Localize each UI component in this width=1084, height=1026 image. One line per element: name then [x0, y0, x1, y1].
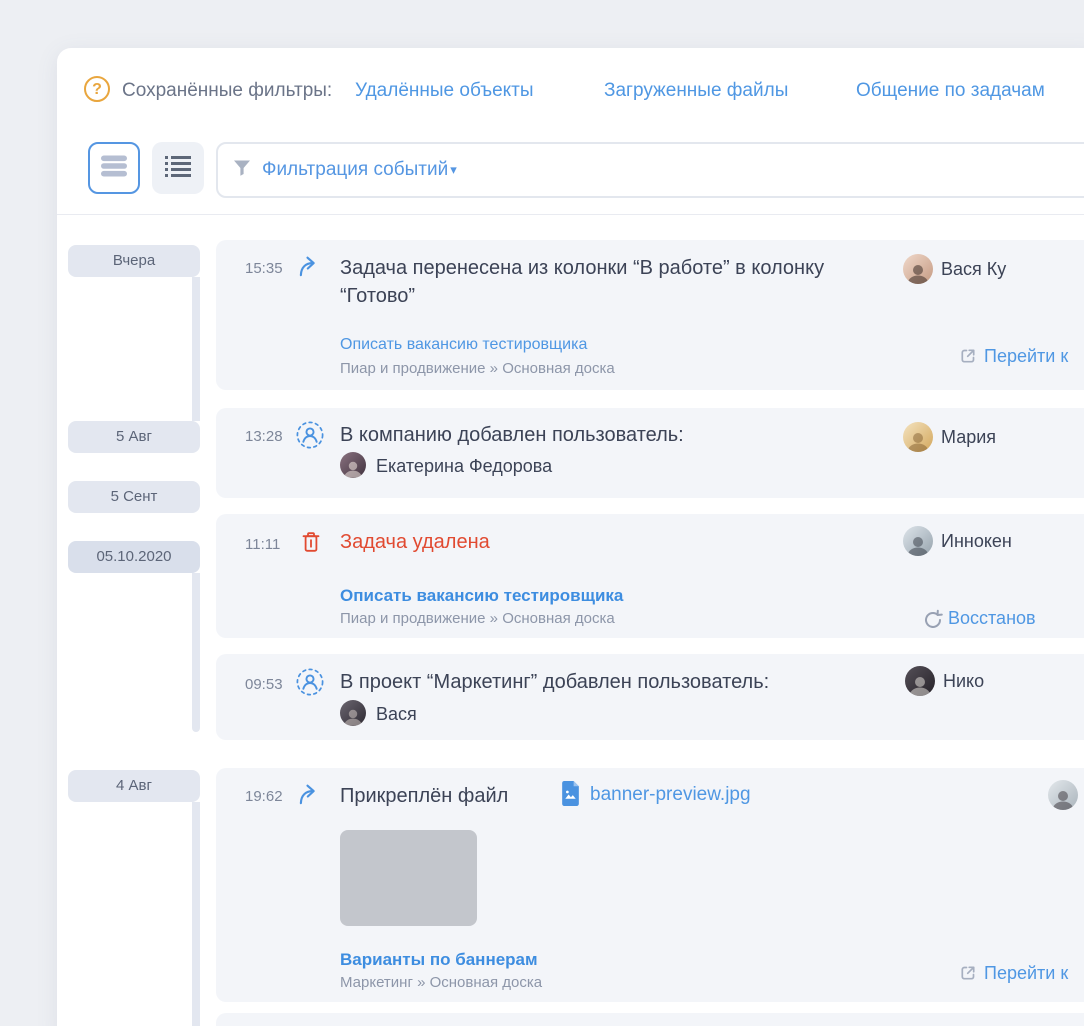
user-added-dashed-icon — [296, 668, 324, 701]
go-to-task-link[interactable]: Перейти к — [984, 346, 1068, 367]
actor-name: Иннокен — [941, 531, 1012, 552]
timeline-rail — [192, 802, 200, 1026]
user-added-dashed-icon — [296, 421, 324, 454]
date-chip-05-10-2020[interactable]: 05.10.2020 — [68, 541, 200, 573]
actor-avatar — [905, 666, 935, 696]
actor-avatar — [903, 422, 933, 452]
task-link[interactable]: Варианты по баннерам — [340, 950, 538, 970]
chevron-down-icon: ▾ — [450, 162, 457, 178]
actor-avatar — [1048, 780, 1078, 810]
image-file-icon — [560, 781, 581, 811]
event-time: 19:62 — [245, 788, 283, 805]
board-path: Маркетинг » Основная доска — [340, 974, 542, 991]
funnel-icon — [232, 158, 252, 183]
date-chip-aug4[interactable]: 4 Авг — [68, 770, 200, 802]
external-link-icon — [958, 346, 978, 371]
event-card-user-added-project: 09:53 В проект “Маркетинг” добавлен поль… — [216, 654, 1084, 740]
event-card-task-moved: 15:35 Задача перенесена из колонки “В ра… — [216, 240, 1084, 390]
task-link[interactable]: Описать вакансию тестировщика — [340, 586, 623, 606]
event-card-task-deleted: 11:11 Задача удалена Описать вакансию те… — [216, 514, 1084, 638]
event-time: 11:11 — [245, 536, 280, 553]
go-to-task-link[interactable]: Перейти к — [984, 963, 1068, 984]
restore-task-link[interactable]: Восстанов — [948, 608, 1036, 629]
actor-avatar — [903, 254, 933, 284]
event-title: Прикреплён файл — [340, 782, 560, 810]
external-link-icon — [958, 963, 978, 988]
event-time: 09:53 — [245, 676, 283, 693]
event-card-file-attached: 19:62 Прикреплён файл banner-preview.jpg… — [216, 768, 1084, 1002]
list-view-icon — [164, 154, 192, 183]
trash-icon — [300, 530, 322, 559]
actor-avatar — [903, 526, 933, 556]
actor-name: Мария — [941, 427, 996, 448]
board-path: Пиар и продвижение » Основная доска — [340, 360, 615, 377]
actor-name: Нико — [943, 671, 984, 692]
date-chip-aug5[interactable]: 5 Авг — [68, 421, 200, 453]
restore-icon — [922, 608, 944, 635]
filter-link-task-communication[interactable]: Общение по задачам — [856, 80, 1045, 102]
added-user-name: Екатерина Федорова — [376, 456, 552, 477]
file-preview-thumbnail[interactable] — [340, 830, 477, 926]
activity-feed-screen: ? Сохранённые фильтры: Удалённые объекты… — [0, 0, 1084, 1026]
event-title: В компанию добавлен пользователь: — [340, 421, 900, 449]
event-filter-input[interactable]: Фильтрация событий ▾ — [216, 142, 1084, 198]
added-user-avatar — [340, 452, 366, 478]
event-title: Задача перенесена из колонки “В работе” … — [340, 254, 870, 310]
toolbar-divider — [57, 214, 1084, 215]
event-card-partial — [216, 1013, 1084, 1026]
list-view-button[interactable] — [152, 142, 204, 194]
added-user-avatar — [340, 700, 366, 726]
event-time: 13:28 — [245, 428, 283, 445]
card-view-icon — [100, 154, 128, 183]
added-user-name: Вася — [376, 704, 417, 725]
help-icon[interactable]: ? — [84, 76, 110, 102]
event-title: Задача удалена — [340, 528, 900, 556]
date-chip-yesterday[interactable]: Вчера — [68, 245, 200, 277]
timeline-rail — [192, 277, 200, 421]
task-link[interactable]: Описать вакансию тестировщика — [340, 336, 587, 354]
date-chip-sep5[interactable]: 5 Сент — [68, 481, 200, 513]
event-title: В проект “Маркетинг” добавлен пользовате… — [340, 668, 940, 696]
saved-filters-label: Сохранённые фильтры: — [122, 80, 332, 102]
filter-link-deleted-objects[interactable]: Удалённые объекты — [355, 80, 534, 102]
forward-arrow-icon — [296, 782, 322, 813]
filter-link-uploaded-files[interactable]: Загруженные файлы — [604, 80, 788, 102]
attached-file-link[interactable]: banner-preview.jpg — [590, 784, 751, 806]
actor-name: Вася Ку — [941, 259, 1006, 280]
event-time: 15:35 — [245, 260, 283, 277]
filter-input-label: Фильтрация событий — [262, 159, 448, 181]
timeline-rail — [192, 573, 200, 732]
card-view-button[interactable] — [88, 142, 140, 194]
event-card-user-added-company: 13:28 В компанию добавлен пользователь: … — [216, 408, 1084, 498]
board-path: Пиар и продвижение » Основная доска — [340, 610, 615, 627]
forward-arrow-icon — [296, 254, 322, 285]
